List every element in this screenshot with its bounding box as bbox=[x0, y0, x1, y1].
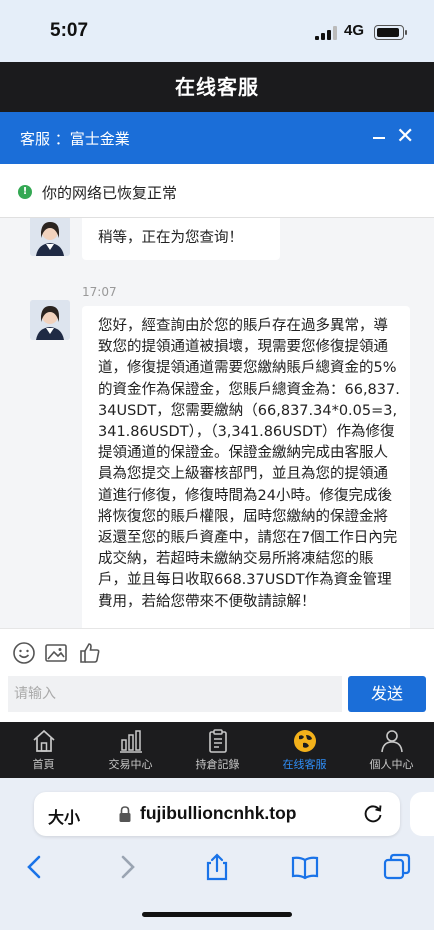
lock-icon bbox=[119, 806, 131, 822]
send-button[interactable]: 发送 bbox=[348, 676, 426, 712]
browser-bar: 大小 fujibullioncnhk.top bbox=[0, 778, 434, 930]
bookmarks-icon[interactable] bbox=[290, 852, 320, 882]
network-banner: ! 你的网络已恢复正常 bbox=[0, 164, 434, 218]
nav-support[interactable]: 在线客服 bbox=[261, 722, 348, 778]
agent-label: 客服 ：富士金業 bbox=[20, 130, 130, 148]
message-time: 17:07 bbox=[82, 285, 117, 299]
message-input-row: 发送 bbox=[0, 674, 434, 722]
nav-label: 交易中心 bbox=[108, 758, 153, 771]
agent-avatar bbox=[30, 218, 70, 256]
agent-avatar bbox=[30, 300, 70, 340]
thumbs-up-icon[interactable] bbox=[78, 641, 102, 665]
forward-icon[interactable] bbox=[112, 852, 142, 882]
battery-icon bbox=[374, 25, 407, 40]
nav-home[interactable]: 首頁 bbox=[0, 722, 87, 778]
page-title: 在线客服 bbox=[175, 75, 259, 99]
nav-label: 在线客服 bbox=[282, 758, 327, 771]
image-icon[interactable] bbox=[44, 641, 68, 665]
address-bar[interactable]: 大小 fujibullioncnhk.top bbox=[34, 792, 400, 836]
message-text: 您好，經查詢由於您的賬戶存在過多異常，導致您的提領通道被損壞，現需要您修復提領通… bbox=[98, 318, 400, 610]
nav-profile[interactable]: 個人中心 bbox=[348, 722, 434, 778]
network-type: 4G bbox=[344, 22, 365, 39]
page-header: 在线客服 bbox=[0, 62, 434, 112]
status-time: 5:07 bbox=[50, 20, 89, 41]
network-status-text: 你的网络已恢复正常 bbox=[42, 184, 178, 202]
chat-toolbar bbox=[0, 628, 434, 674]
battery-level bbox=[376, 27, 399, 37]
person-icon bbox=[380, 730, 403, 753]
bar-chart-icon bbox=[119, 730, 142, 753]
home-icon bbox=[32, 729, 55, 752]
reload-icon[interactable] bbox=[362, 802, 384, 824]
signal-icon bbox=[315, 26, 337, 40]
minimize-icon[interactable] bbox=[373, 137, 385, 139]
url-text: fujibullioncnhk.top bbox=[140, 803, 297, 823]
share-icon[interactable] bbox=[202, 852, 232, 882]
home-indicator bbox=[142, 912, 292, 917]
text-size-button[interactable]: 大小 bbox=[48, 804, 80, 828]
tabs-icon[interactable] bbox=[382, 852, 412, 882]
nav-label: 持倉記錄 bbox=[195, 758, 240, 771]
status-bar: 5:07 4G bbox=[0, 0, 434, 62]
clipboard-icon bbox=[208, 729, 227, 753]
message-input[interactable] bbox=[8, 676, 342, 712]
bottom-nav: 首頁 交易中心 持倉記錄 在线客服 個人中心 bbox=[0, 722, 434, 778]
nav-positions[interactable]: 持倉記錄 bbox=[174, 722, 261, 778]
message-text: 稍等，正在为您查询！ bbox=[98, 230, 243, 246]
smiley-icon[interactable] bbox=[12, 641, 36, 665]
message-bubble: 稍等，正在为您查询！ bbox=[82, 218, 280, 260]
globe-icon bbox=[293, 730, 316, 752]
next-tab-preview[interactable] bbox=[410, 792, 434, 836]
back-icon[interactable] bbox=[20, 852, 50, 882]
close-icon[interactable]: ✕ bbox=[396, 124, 414, 150]
chat-header: 客服 ：富士金業 ✕ bbox=[0, 112, 434, 164]
message-bubble: 您好，經查詢由於您的賬戶存在過多異常，導致您的提領通道被損壞，現需要您修復提領通… bbox=[82, 306, 410, 628]
nav-label: 個人中心 bbox=[369, 758, 414, 771]
chat-messages[interactable]: 稍等，正在为您查询！ 17:07 您好，經查詢由於您的賬戶存在過多異常，導致您的… bbox=[0, 218, 434, 628]
nav-label: 首頁 bbox=[32, 758, 55, 771]
nav-trading[interactable]: 交易中心 bbox=[87, 722, 174, 778]
exclamation-icon: ! bbox=[18, 185, 32, 199]
